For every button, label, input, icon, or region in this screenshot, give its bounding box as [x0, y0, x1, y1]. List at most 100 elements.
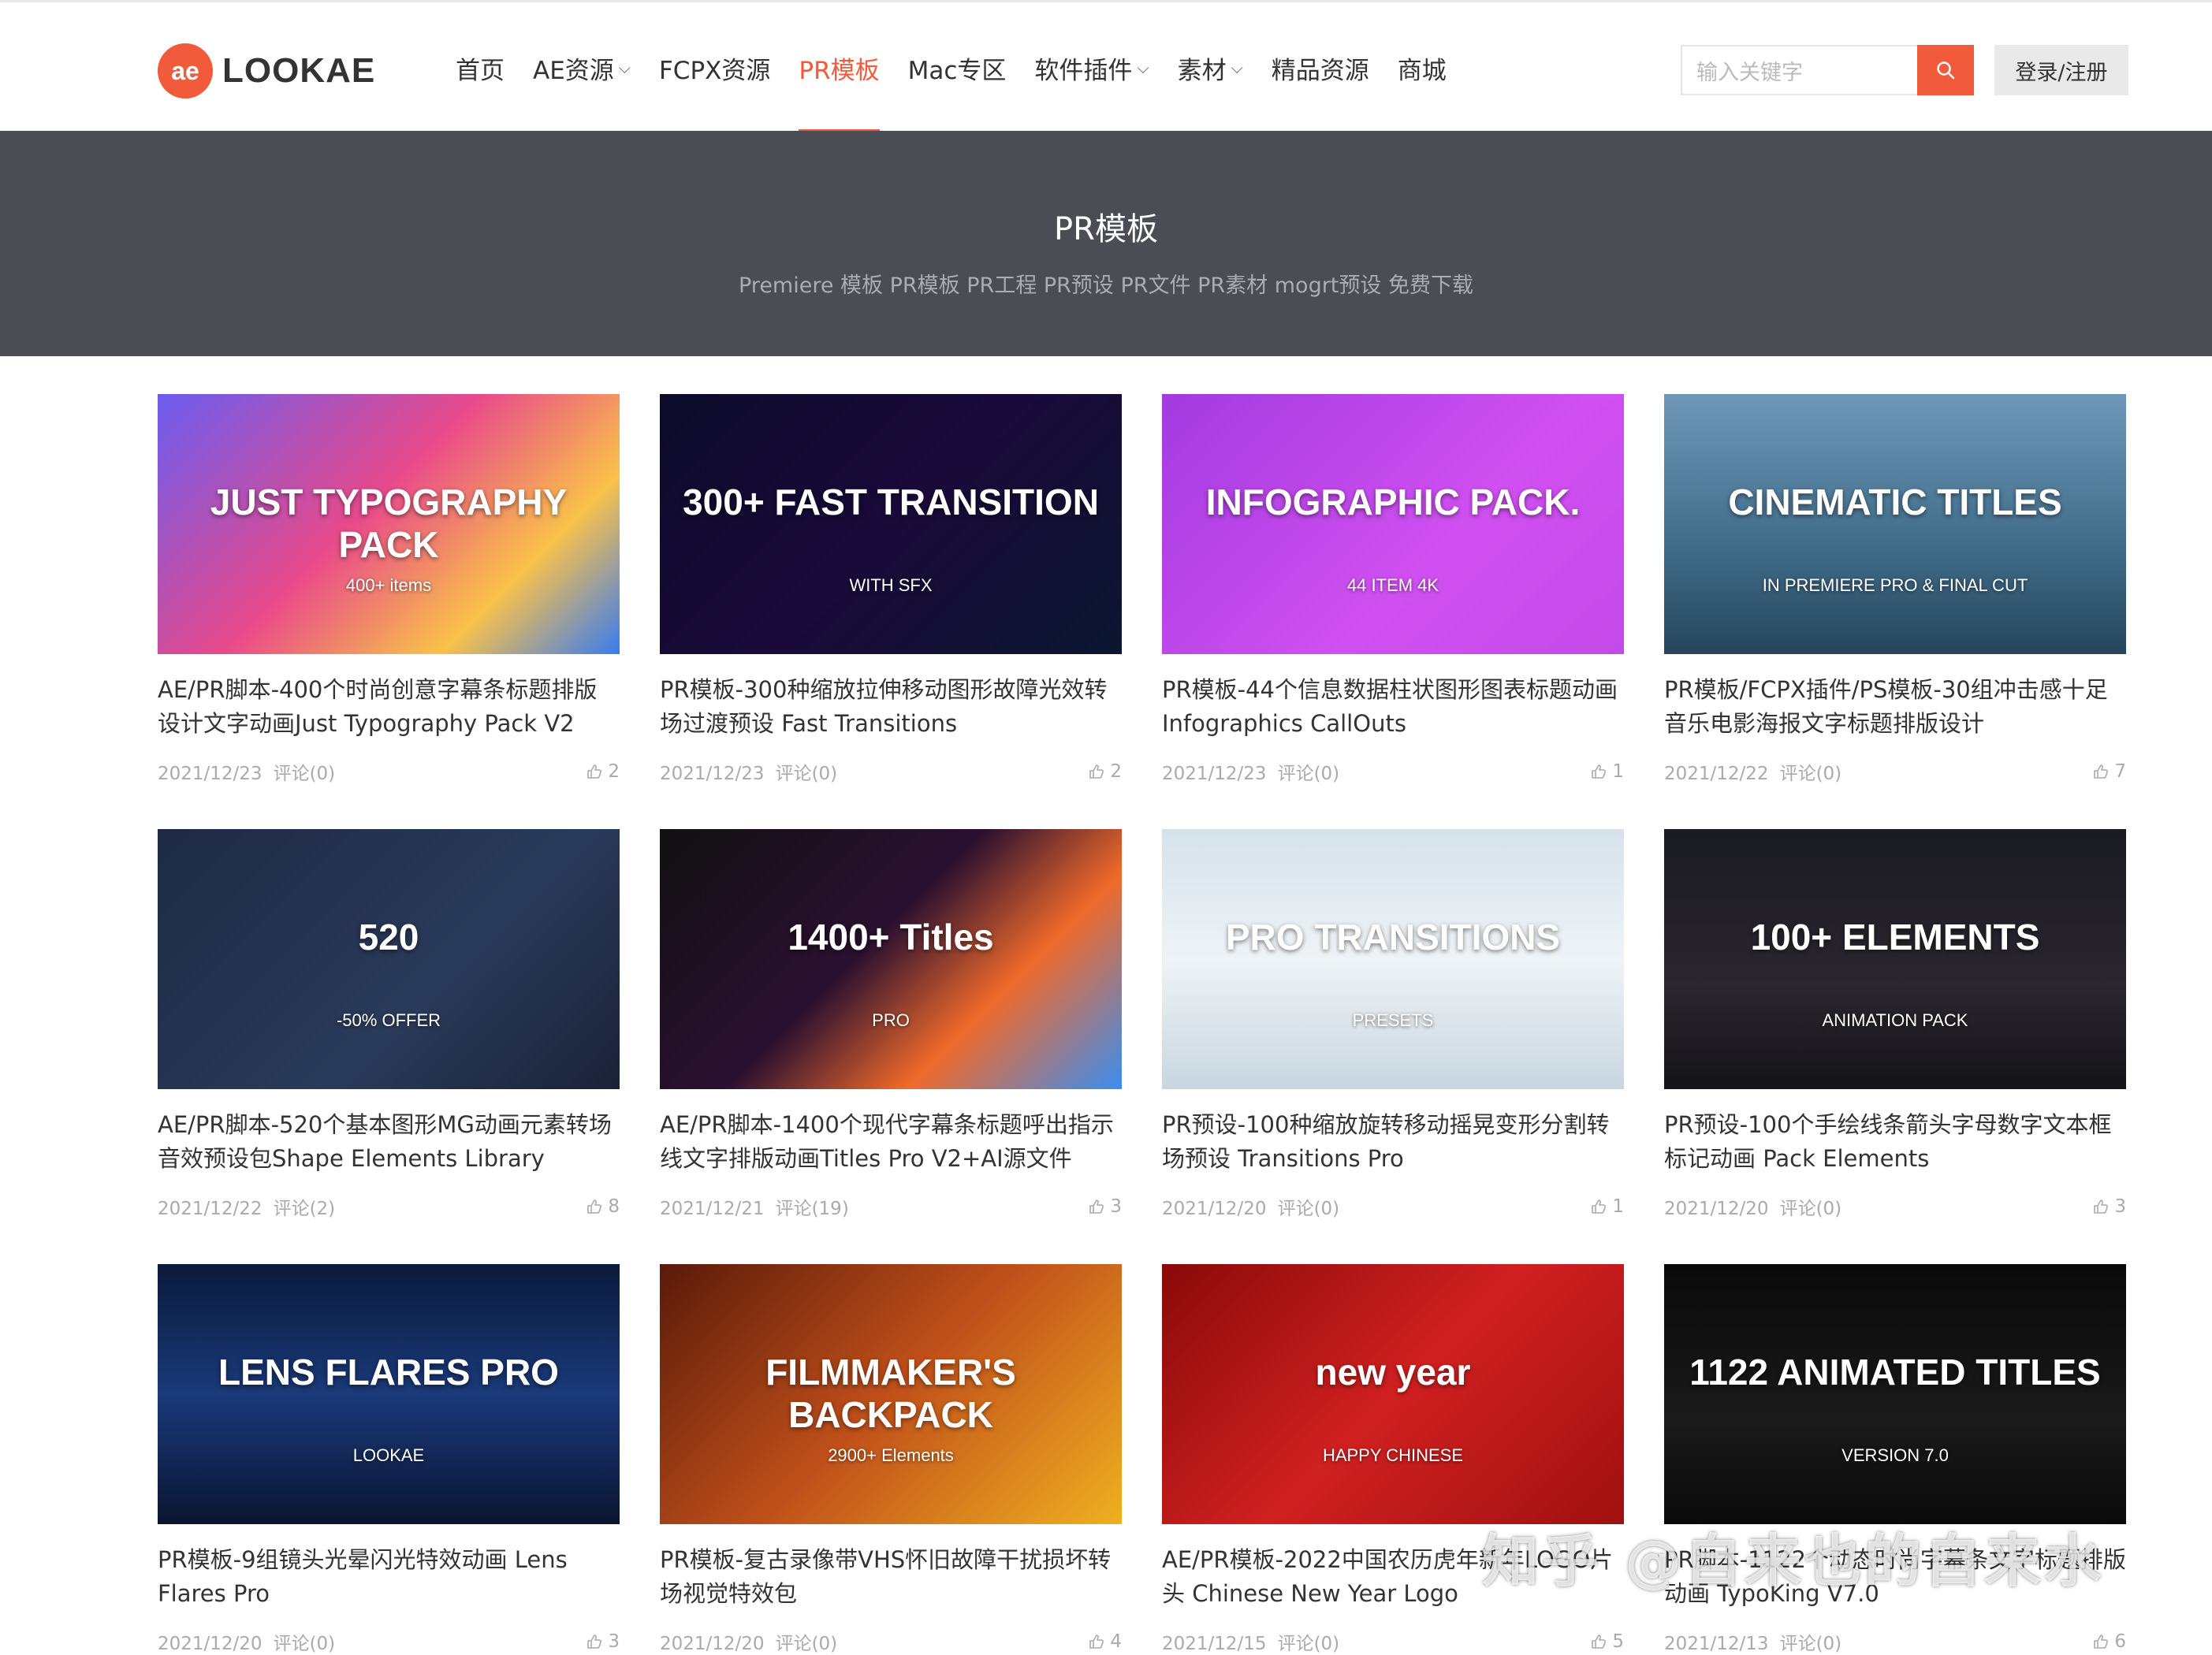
card-thumbnail[interactable]: LENS FLARES PRO LOOKAE	[158, 1264, 620, 1524]
card-comments[interactable]: 评论(0)	[776, 1634, 838, 1654]
card-date: 2021/12/21	[660, 1199, 765, 1219]
card-date: 2021/12/22	[1664, 764, 1769, 784]
card-title[interactable]: AE/PR脚本-1400个现代字幕条标题呼出指示线文字排版动画Titles Pr…	[660, 1108, 1122, 1176]
like-button[interactable]: 2	[586, 758, 620, 785]
thumbs-up-icon	[1089, 1199, 1104, 1214]
thumbnail-subtitle: ANIMATION PACK	[1822, 1010, 1968, 1030]
template-card[interactable]: 1400+ Titles PRO AE/PR脚本-1400个现代字幕条标题呼出指示线…	[660, 829, 1122, 1220]
template-card[interactable]: JUST TYPOGRAPHY PACK 400+ items AE/PR脚本-40…	[158, 394, 620, 785]
like-count: 7	[2114, 761, 2126, 782]
card-comments[interactable]: 评论(19)	[776, 1199, 849, 1219]
card-title[interactable]: PR模板-9组镜头光晕闪光特效动画 Lens Flares Pro	[158, 1543, 620, 1611]
thumbnail-subtitle: 400+ items	[345, 575, 432, 595]
nav-item[interactable]: 精品资源	[1272, 2, 1369, 133]
card-comments[interactable]: 评论(0)	[1780, 764, 1842, 784]
login-register-button[interactable]: 登录/注册	[1994, 45, 2128, 95]
like-count: 4	[1110, 1631, 1122, 1652]
nav-item[interactable]: AE资源 ⌵	[533, 2, 631, 133]
card-comments[interactable]: 评论(0)	[1278, 1634, 1340, 1654]
search-placeholder: 输入关键字	[1696, 60, 1803, 85]
card-title[interactable]: PR模板-44个信息数据柱状图形图表标题动画 Infographics Call…	[1162, 673, 1624, 741]
card-title[interactable]: PR模板-300种缩放拉伸移动图形故障光效转场过渡预设 Fast Transit…	[660, 673, 1122, 741]
card-title[interactable]: PR预设-100个手绘线条箭头字母数字文本框标记动画 Pack Elements	[1664, 1108, 2126, 1176]
card-meta: 2021/12/20 评论(0) 4	[660, 1628, 1122, 1655]
card-comments[interactable]: 评论(0)	[274, 764, 336, 784]
card-meta: 2021/12/20 评论(0) 1	[1162, 1193, 1624, 1220]
like-button[interactable]: 3	[586, 1628, 620, 1655]
card-comments[interactable]: 评论(0)	[1278, 1199, 1340, 1219]
card-date: 2021/12/20	[158, 1634, 263, 1654]
thumbnail-title: 300+ FAST TRANSITION	[683, 482, 1099, 523]
like-button[interactable]: 4	[1088, 1628, 1122, 1655]
like-button[interactable]: 1	[1590, 758, 1624, 785]
page-subtitle: Premiere 模板 PR模板 PR工程 PR预设 PR文件 PR素材 mog…	[739, 273, 1473, 298]
site-logo[interactable]: ae LOOKAE	[158, 43, 375, 99]
like-button[interactable]: 8	[586, 1193, 620, 1220]
card-comments[interactable]: 评论(2)	[274, 1199, 336, 1219]
card-title[interactable]: AE/PR脚本-520个基本图形MG动画元素转场音效预设包Shape Eleme…	[158, 1108, 620, 1176]
card-date: 2021/12/20	[1664, 1199, 1769, 1219]
card-thumbnail[interactable]: CINEMATIC TITLES IN PREMIERE PRO & FINAL …	[1664, 394, 2126, 654]
card-thumbnail[interactable]: 100+ ELEMENTS ANIMATION PACK	[1664, 829, 2126, 1089]
like-button[interactable]: 2	[1088, 758, 1122, 785]
nav-item[interactable]: Mac专区	[908, 2, 1007, 133]
like-count: 3	[2114, 1196, 2126, 1217]
card-thumbnail[interactable]: INFOGRAPHIC PACK. 44 ITEM 4K	[1162, 394, 1624, 654]
card-comments[interactable]: 评论(0)	[776, 764, 838, 784]
card-meta: 2021/12/13 评论(0) 6	[1664, 1628, 2126, 1655]
nav-item[interactable]: 首页	[456, 2, 505, 133]
template-card[interactable]: 520 -50% OFFER AE/PR脚本-520个基本图形MG动画元素转场音效预…	[158, 829, 620, 1220]
like-button[interactable]: 6	[2092, 1628, 2126, 1655]
nav-item[interactable]: 商城	[1398, 2, 1447, 133]
card-comments[interactable]: 评论(0)	[1780, 1634, 1842, 1654]
like-count: 6	[2114, 1631, 2126, 1652]
template-card[interactable]: FILMMAKER'S BACKPACK 2900+ Elements PR模板-复…	[660, 1264, 1122, 1655]
nav-item-label: 商城	[1397, 56, 1447, 85]
thumbnail-subtitle: -50% OFFER	[336, 1010, 441, 1030]
search-button[interactable]	[1917, 45, 1974, 95]
card-comments[interactable]: 评论(0)	[1780, 1199, 1842, 1219]
nav-item-label: Mac专区	[907, 56, 1007, 85]
card-thumbnail[interactable]: 520 -50% OFFER	[158, 829, 620, 1089]
template-card[interactable]: 300+ FAST TRANSITION WITH SFX PR模板-300种缩放拉…	[660, 394, 1122, 785]
like-count: 2	[608, 761, 620, 782]
card-title[interactable]: PR模板/FCPX插件/PS模板-30组冲击感十足音乐电影海报文字标题排版设计	[1664, 673, 2126, 741]
like-button[interactable]: 7	[2092, 758, 2126, 785]
top-navbar: ae LOOKAE 首页 AE资源 ⌵ FCPX资源 PR模板 Mac专区 软件插件 ⌵ 素材 ⌵…	[0, 0, 2212, 133]
like-button[interactable]: 5	[1590, 1628, 1624, 1655]
like-count: 8	[608, 1196, 620, 1217]
like-button[interactable]: 3	[1088, 1193, 1122, 1220]
thumbs-up-icon	[587, 1199, 602, 1214]
card-thumbnail[interactable]: PRO TRANSITIONS PRESETS	[1162, 829, 1624, 1089]
like-button[interactable]: 1	[1590, 1193, 1624, 1220]
template-card[interactable]: PRO TRANSITIONS PRESETS PR预设-100种缩放旋转移动摇晃变…	[1162, 829, 1624, 1220]
nav-item[interactable]: 软件插件 ⌵	[1034, 2, 1149, 133]
thumbnail-title: CINEMATIC TITLES	[1728, 482, 2062, 523]
card-thumbnail[interactable]: 1400+ Titles PRO	[660, 829, 1122, 1089]
card-thumbnail[interactable]: 300+ FAST TRANSITION WITH SFX	[660, 394, 1122, 654]
nav-item[interactable]: PR模板	[799, 2, 880, 133]
card-date: 2021/12/23	[1162, 764, 1267, 784]
card-title[interactable]: PR模板-复古录像带VHS怀旧故障干扰损坏转场视觉特效包	[660, 1543, 1122, 1611]
card-thumbnail[interactable]: JUST TYPOGRAPHY PACK 400+ items	[158, 394, 620, 654]
template-card[interactable]: INFOGRAPHIC PACK. 44 ITEM 4K PR模板-44个信息数据柱…	[1162, 394, 1624, 785]
card-thumbnail[interactable]: FILMMAKER'S BACKPACK 2900+ Elements	[660, 1264, 1122, 1524]
like-button[interactable]: 3	[2092, 1193, 2126, 1220]
nav-item[interactable]: 素材 ⌵	[1178, 2, 1243, 133]
card-thumbnail[interactable]: 1122 ANIMATED TITLES VERSION 7.0	[1664, 1264, 2126, 1524]
template-card[interactable]: 100+ ELEMENTS ANIMATION PACK PR预设-100个手绘线条…	[1664, 829, 2126, 1220]
template-card[interactable]: CINEMATIC TITLES IN PREMIERE PRO & FINAL …	[1664, 394, 2126, 785]
template-card[interactable]: LENS FLARES PRO LOOKAE PR模板-9组镜头光晕闪光特效动画 L…	[158, 1264, 620, 1655]
card-thumbnail[interactable]: new year HAPPY CHINESE	[1162, 1264, 1624, 1524]
like-count: 2	[1110, 761, 1122, 782]
card-comments[interactable]: 评论(0)	[274, 1634, 336, 1654]
card-title[interactable]: PR预设-100种缩放旋转移动摇晃变形分割转场预设 Transitions Pr…	[1162, 1108, 1624, 1176]
search-input[interactable]: 输入关键字	[1681, 45, 1919, 95]
card-meta: 2021/12/22 评论(2) 8	[158, 1193, 620, 1220]
card-comments[interactable]: 评论(0)	[1278, 764, 1340, 784]
card-meta: 2021/12/23 评论(0) 1	[1162, 758, 1624, 785]
card-title[interactable]: AE/PR脚本-400个时尚创意字幕条标题排版设计文字动画Just Typogr…	[158, 673, 620, 741]
thumbs-up-icon	[587, 764, 602, 779]
card-date: 2021/12/22	[158, 1199, 263, 1219]
nav-item[interactable]: FCPX资源	[659, 2, 770, 133]
